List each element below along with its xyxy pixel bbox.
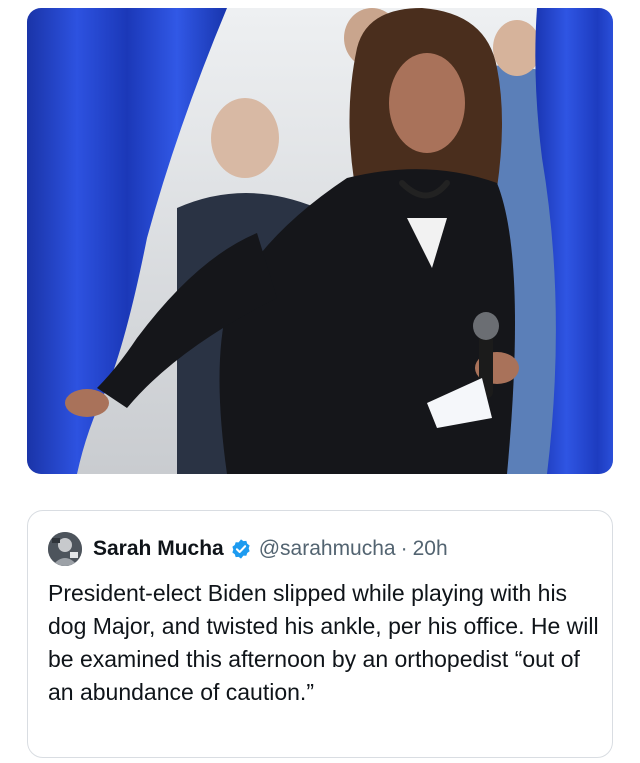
verified-badge-icon bbox=[230, 538, 252, 560]
tweet-text: President-elect Biden slipped while play… bbox=[48, 580, 599, 705]
separator-dot: · bbox=[400, 537, 408, 560]
avatar-photo-icon bbox=[48, 532, 82, 566]
tweet-timestamp[interactable]: 20h bbox=[413, 537, 448, 561]
tweet-card[interactable]: Sarah Mucha @sarahmucha · 20h President-… bbox=[27, 510, 613, 758]
author-name[interactable]: Sarah Mucha bbox=[93, 537, 224, 561]
photo-image bbox=[27, 8, 613, 474]
author-handle[interactable]: @sarahmucha bbox=[259, 537, 396, 561]
photo-illustration bbox=[27, 8, 613, 474]
tweet-header: Sarah Mucha @sarahmucha · 20h bbox=[48, 527, 448, 571]
avatar[interactable] bbox=[48, 532, 82, 566]
